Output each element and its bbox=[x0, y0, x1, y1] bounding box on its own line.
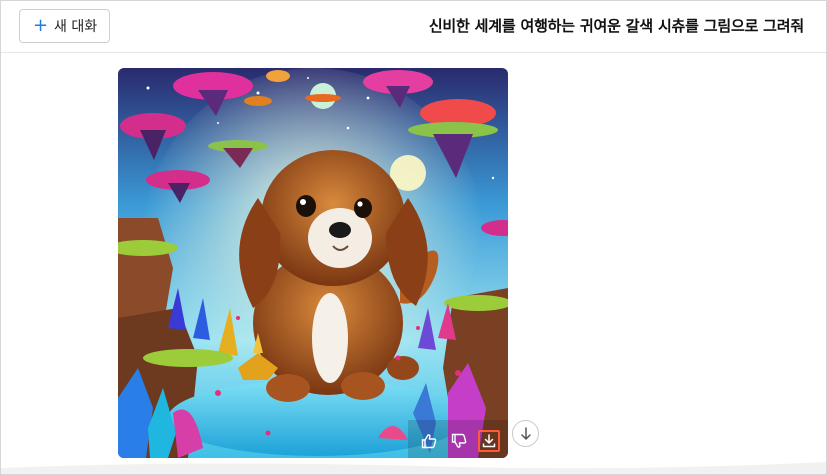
dislike-button[interactable] bbox=[448, 430, 470, 452]
thumbs-up-icon bbox=[421, 434, 437, 449]
new-chat-label: 새 대화 bbox=[54, 19, 98, 35]
download-icon bbox=[482, 434, 496, 448]
new-chat-button[interactable]: + 새 대화 bbox=[19, 9, 110, 43]
image-actions bbox=[418, 430, 500, 452]
bottom-divider bbox=[1, 462, 826, 474]
generated-image[interactable] bbox=[118, 68, 508, 458]
like-button[interactable] bbox=[418, 430, 440, 452]
app-window: + 새 대화 신비한 세계를 여행하는 귀여운 갈색 시츄를 그림으로 그려줘 bbox=[0, 0, 827, 475]
scroll-down-button[interactable] bbox=[512, 420, 539, 447]
download-button[interactable] bbox=[478, 430, 500, 452]
plus-icon: + bbox=[33, 15, 49, 36]
chat-content bbox=[1, 54, 826, 474]
arrow-down-icon bbox=[520, 426, 531, 440]
thumbs-down-icon bbox=[451, 433, 467, 448]
shih-tzu-fantasy-illustration bbox=[118, 68, 508, 458]
conversation-title: 신비한 세계를 여행하는 귀여운 갈색 시츄를 그림으로 그려줘 bbox=[428, 17, 804, 35]
header: + 새 대화 신비한 세계를 여행하는 귀여운 갈색 시츄를 그림으로 그려줘 bbox=[1, 1, 826, 53]
